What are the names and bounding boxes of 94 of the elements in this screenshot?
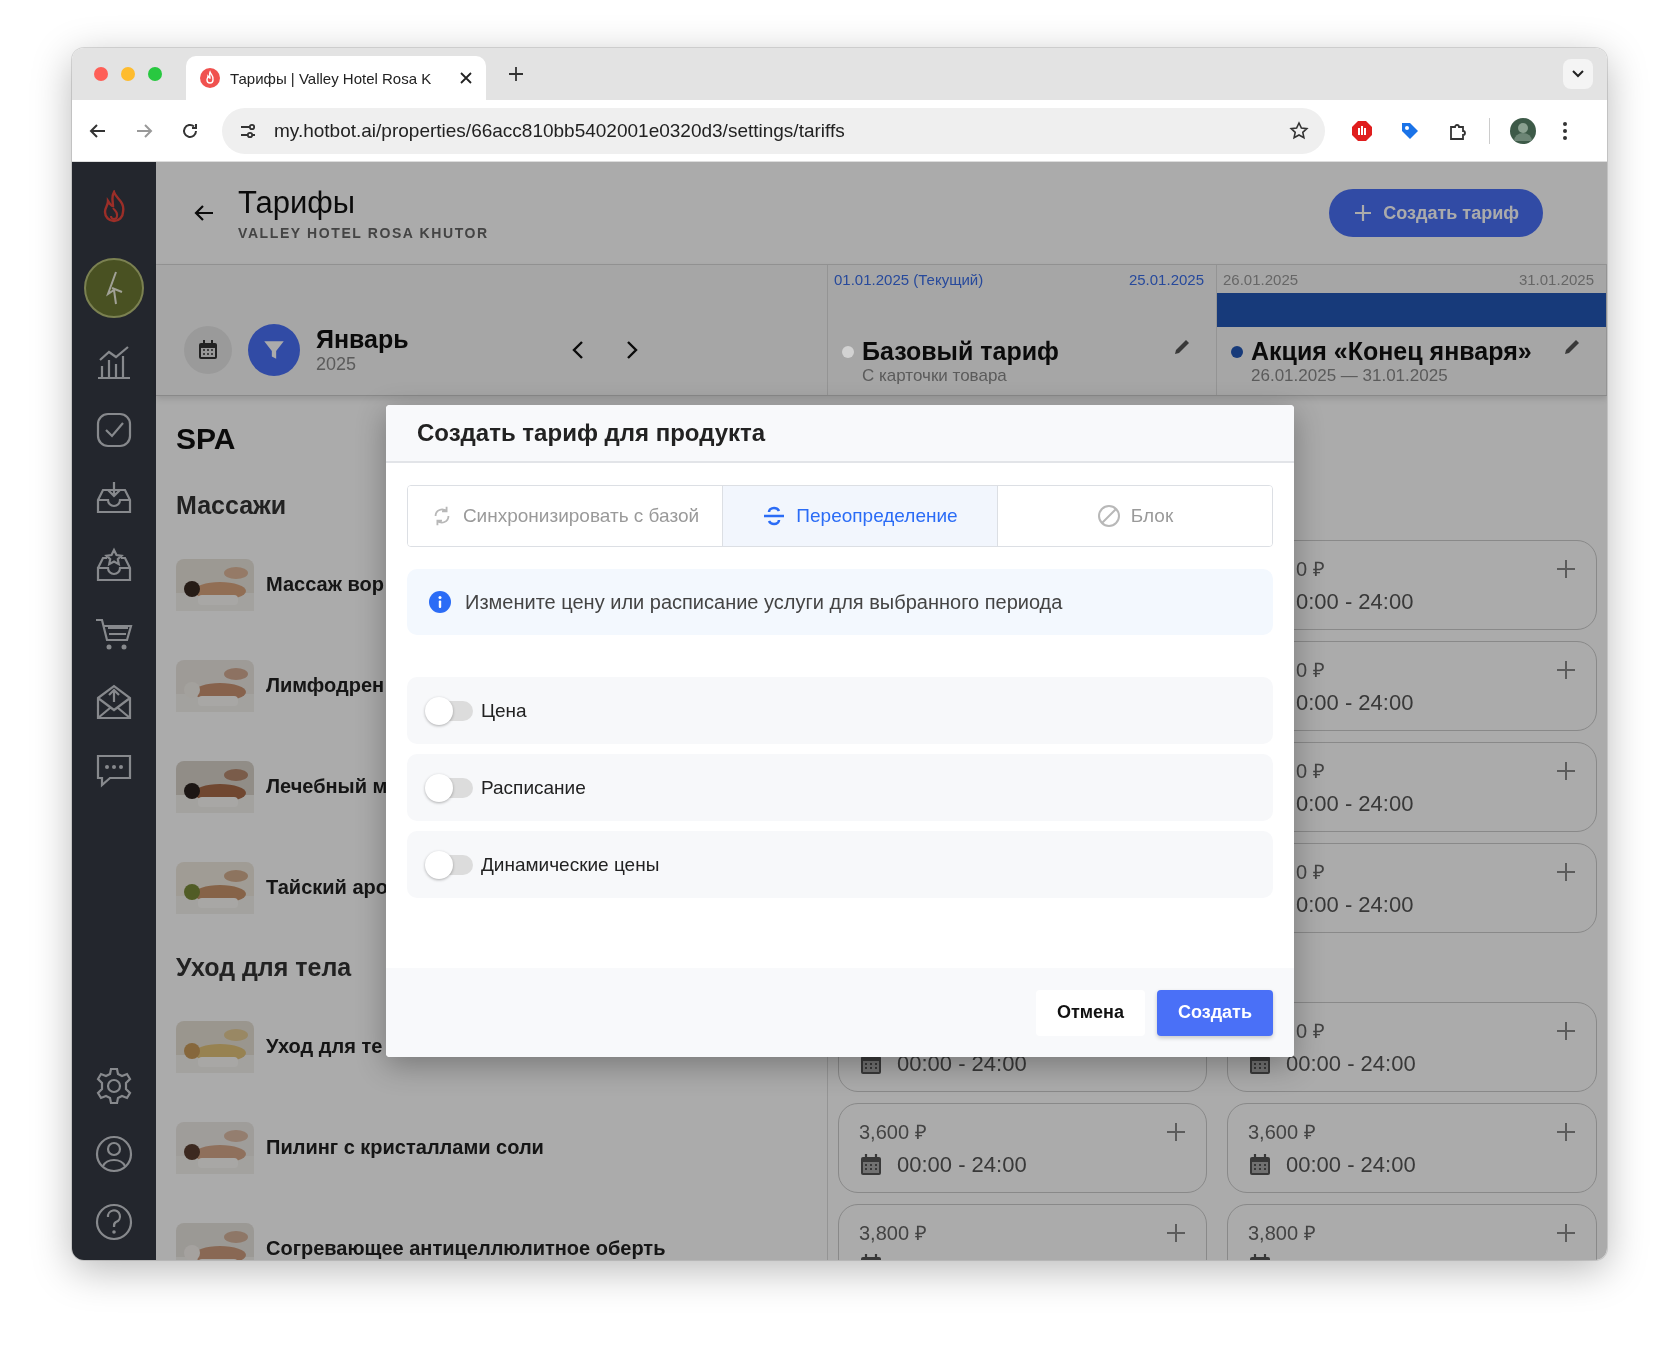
filter-button[interactable] [248, 324, 300, 376]
previous-icon[interactable] [572, 340, 584, 360]
mail-upload-icon[interactable] [94, 682, 134, 722]
month-name: Январь [316, 325, 410, 354]
strikethrough-icon [762, 504, 787, 528]
tab-title: Тарифы | Valley Hotel Rosa K [230, 69, 433, 87]
close-window-button[interactable] [94, 67, 108, 81]
price: 3,800 ₽ [859, 1221, 927, 1245]
category-title: SPA [176, 422, 236, 457]
dialog-title: Создать тариф для продукта [417, 419, 766, 447]
option-label: Динамические цены [481, 853, 660, 876]
mode-tab[interactable]: Синхронизировать с базой [408, 486, 723, 546]
section-title: Уход для тела [176, 951, 352, 983]
add-icon[interactable] [1556, 1021, 1576, 1041]
calendar-button[interactable] [184, 326, 232, 374]
tariff-name: Акция «Конец января» [1251, 337, 1532, 366]
calendar-icon [196, 338, 220, 362]
calendar-icon [1248, 1153, 1272, 1177]
tariff-detail: С карточки товара [862, 366, 1008, 386]
price-card[interactable]: 3,600 ₽ 00:00 - 24:00 [838, 1103, 1207, 1193]
price: 3,800 ₽ [1248, 1221, 1316, 1245]
create-tariff-button[interactable]: Создать тариф [1329, 189, 1543, 237]
tariff-name: Базовый тариф [862, 337, 1059, 366]
end-date: 31.01.2025 [1518, 271, 1594, 290]
price: 3,600 ₽ [1248, 1120, 1316, 1144]
end-date: 25.01.2025 [1128, 271, 1204, 290]
price-card[interactable]: 3,800 ₽ [838, 1204, 1207, 1260]
option-label: Цена [481, 699, 527, 722]
flame-icon [200, 68, 220, 88]
price: 3,600 ₽ [859, 1120, 927, 1144]
add-icon[interactable] [1556, 559, 1576, 579]
add-icon[interactable] [1166, 1122, 1186, 1142]
product-name[interactable]: Лечебный м [266, 775, 388, 798]
product-name[interactable]: Тайский аро [266, 876, 388, 899]
option-label: Расписание [481, 776, 586, 799]
checkmark-icon[interactable] [94, 410, 134, 450]
profile-avatar[interactable] [1510, 117, 1536, 144]
block-icon [1096, 504, 1121, 528]
chevron-down-icon [1572, 70, 1584, 78]
url-text: my.hotbot.ai/properties/66acc810bb5402001e0320d3/settings/tariffs [274, 119, 846, 142]
time-range: 0:00 - 24:00 [1296, 589, 1414, 615]
product-name[interactable]: Уход для те [266, 1035, 383, 1058]
hotel-name: VALLEY HOTEL ROSA KHUTOR [238, 225, 490, 241]
help-icon[interactable] [94, 1202, 134, 1242]
product-name[interactable]: Согревающее антицеллюлитное оберть [266, 1237, 666, 1260]
next-icon[interactable] [626, 340, 638, 360]
product-name[interactable]: Пилинг с кристаллами соли [266, 1136, 544, 1159]
price-card[interactable]: 3,800 ₽ [1227, 1204, 1597, 1260]
calendar-icon [859, 1153, 883, 1177]
add-icon[interactable] [1556, 761, 1576, 781]
plus-icon [1353, 203, 1374, 223]
product-name[interactable]: Массаж вор [266, 573, 384, 596]
start-date: 01.01.2025 (Текущий) [834, 271, 984, 290]
edit-icon[interactable] [1562, 337, 1582, 357]
start-date: 26.01.2025 [1223, 271, 1299, 290]
page-title: Тарифы [238, 185, 357, 221]
add-icon[interactable] [1166, 1223, 1186, 1243]
add-icon[interactable] [1556, 862, 1576, 882]
price: 0 ₽ [1296, 759, 1325, 783]
settings-icon[interactable] [94, 1066, 134, 1106]
property-avatar[interactable] [84, 258, 144, 318]
section-title: Массажи [176, 489, 287, 521]
address-bar[interactable]: my.hotbot.ai/properties/66acc810bb5402001e0320d3/settings/tariffs [222, 107, 1325, 154]
add-icon[interactable] [1556, 1223, 1576, 1243]
bookmark-star-icon[interactable] [1289, 120, 1309, 141]
add-icon[interactable] [1556, 660, 1576, 680]
add-icon[interactable] [1556, 1122, 1576, 1142]
price: 0 ₽ [1296, 658, 1325, 682]
cancel-button[interactable]: Отмена [1035, 989, 1145, 1036]
stop-sign-icon[interactable] [1351, 119, 1373, 142]
time-range: 00:00 - 24:00 [897, 1152, 1027, 1178]
browser-tab[interactable]: Тарифы | Valley Hotel Rosa K [186, 56, 486, 100]
edit-icon[interactable] [1172, 337, 1192, 357]
time-range: 0:00 - 24:00 [1296, 892, 1414, 918]
info-text: Измените цену или расписание услуги для выбранного периода [465, 590, 1063, 614]
price-card[interactable]: 3,600 ₽ 00:00 - 24:00 [1227, 1103, 1597, 1193]
price: 0 ₽ [1296, 557, 1325, 581]
time-range: 0:00 - 24:00 [1296, 791, 1414, 817]
tariff-detail: 26.01.2025 — 31.01.2025 [1251, 366, 1449, 386]
time-range: 00:00 - 24:00 [1286, 1152, 1416, 1178]
info-icon [429, 591, 451, 613]
user-icon[interactable] [94, 1134, 134, 1174]
menu-icon[interactable] [1562, 120, 1568, 141]
tab-list-button[interactable] [1563, 59, 1593, 89]
price: 0 ₽ [1296, 860, 1325, 884]
time-range: 0:00 - 24:00 [1296, 690, 1414, 716]
price: 0 ₽ [1296, 1019, 1325, 1043]
time-range: 00:00 - 24:00 [1286, 1051, 1416, 1077]
product-name[interactable]: Лимфодрен [266, 674, 385, 697]
year: 2025 [316, 354, 358, 375]
close-icon[interactable] [460, 72, 472, 84]
mode-tab[interactable]: Переопределение [723, 486, 998, 546]
new-tab-icon[interactable] [508, 66, 524, 82]
create-button[interactable]: Создать [1156, 989, 1273, 1036]
